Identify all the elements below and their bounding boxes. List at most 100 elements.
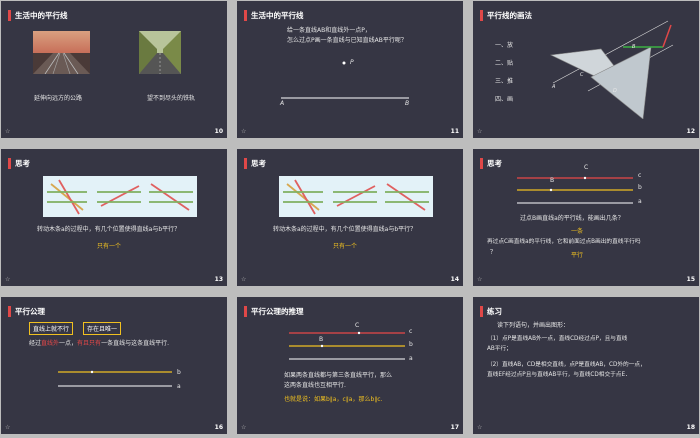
point-c-label: C bbox=[584, 164, 589, 171]
caption-left: 延伸向远方的公路 bbox=[34, 95, 83, 102]
star-icon[interactable]: ☆ bbox=[477, 276, 482, 283]
axiom-lines-diagram bbox=[58, 370, 172, 387]
slide-number: 14 bbox=[450, 276, 459, 283]
slide-title: 生活中的平行线 bbox=[15, 10, 68, 20]
slide-16[interactable]: 平行公理 直线上就不行 存在且唯一 经过直线外一点，有且只有一条直线与这条直线平… bbox=[1, 297, 227, 434]
header-accent-bar bbox=[244, 157, 247, 169]
slide-title: 练习 bbox=[487, 306, 502, 316]
header-accent-bar bbox=[8, 157, 11, 169]
step-push: 三、推 bbox=[495, 78, 514, 85]
rotating-stick-diagram bbox=[43, 176, 197, 217]
note-box-exist-unique: 存在且唯一 bbox=[83, 322, 122, 335]
set-square-diagram bbox=[549, 20, 674, 119]
point-a-label: A bbox=[552, 84, 556, 90]
slide-header: 思考 bbox=[480, 157, 502, 169]
line-a-label: a bbox=[638, 198, 642, 205]
question-2: 再过点C画直线a的平行线，它和前面过点B画出的直线平行吗 bbox=[487, 239, 641, 245]
header-accent-bar bbox=[8, 305, 11, 317]
corollary-line-1: 如果两条直线都与第三条直线平行，那么 bbox=[284, 372, 393, 379]
point-b-label: B bbox=[550, 177, 555, 184]
rotating-stick-diagram bbox=[279, 176, 433, 217]
header-accent-bar bbox=[8, 9, 11, 21]
slide-12[interactable]: 平行线的画法 一、放 二、贴 三、推 四、画 A B C D ☆ 12 bbox=[473, 1, 699, 138]
slide-number: 13 bbox=[214, 276, 223, 283]
slide-18[interactable]: 练习 读下列语句，并画出图形： （1）点P是直线AB外一点，直线CD经过点P，且… bbox=[473, 297, 699, 434]
corollary-symbolic: 也就是说：如果b∥a，c∥a，那么b∥c. bbox=[284, 396, 383, 403]
line-b-label: b bbox=[638, 184, 642, 191]
exercise-1-line-1: （1）点P是直线AB外一点，直线CD经过点P，且与直线 bbox=[487, 336, 628, 342]
star-icon[interactable]: ☆ bbox=[5, 276, 10, 283]
slide-title: 思考 bbox=[251, 158, 266, 168]
slide-title: 思考 bbox=[15, 158, 30, 168]
step-draw: 四、画 bbox=[495, 96, 514, 103]
exercise-2-line-1: （2）直线AB，CD是相交直线，点P是直线AB，CD外的一点， bbox=[487, 362, 646, 368]
slide-header: 平行公理 bbox=[8, 305, 45, 317]
header-accent-bar bbox=[244, 305, 247, 317]
question-2-end: ？ bbox=[490, 249, 497, 256]
slide-11[interactable]: 生活中的平行线 给一条直线AB和直线外一点P， 怎么过点P画一条直线与已知直线A… bbox=[237, 1, 463, 138]
exercise-1-line-2: AB平行； bbox=[487, 346, 512, 352]
star-icon[interactable]: ☆ bbox=[477, 128, 482, 135]
note-box-not-on-line: 直线上就不行 bbox=[29, 322, 74, 335]
exercise-2-line-2: 直线EF经过点P且与直线AB平行，与直线CD相交于点E． bbox=[487, 372, 631, 378]
prompt-line-2: 怎么过点P画一条直线与已知直线AB平行呢？ bbox=[287, 37, 407, 44]
axiom-highlight-1: 直线外 bbox=[41, 340, 60, 347]
point-b-label: B bbox=[319, 336, 324, 343]
axiom-pre: 经过 bbox=[29, 340, 42, 347]
slide-17[interactable]: 平行公理的推理 C B c b a 如果两条直线都与第三条直线平行，那么 这两条… bbox=[237, 297, 463, 434]
header-accent-bar bbox=[480, 305, 483, 317]
slide-14[interactable]: 思考 转动木条a的过程中，有几个位置使得直线a与b平行？ 只有一个 ☆ 14 bbox=[237, 149, 463, 286]
point-p-label: P bbox=[350, 59, 354, 66]
parallel-lines-diagram bbox=[289, 331, 405, 360]
parallel-lines-diagram bbox=[517, 176, 633, 204]
point-c-label: C bbox=[580, 72, 584, 78]
slide-10[interactable]: 生活中的平行线 延伸向远方的公路 望不到尽头的铁轨 ☆ 10 bbox=[1, 1, 227, 138]
slide-header: 思考 bbox=[8, 157, 30, 169]
slide-header: 生活中的平行线 bbox=[8, 9, 68, 21]
slide-header: 生活中的平行线 bbox=[244, 9, 304, 21]
line-c-label: c bbox=[409, 328, 413, 335]
prompt-line-1: 给一条直线AB和直线外一点P， bbox=[287, 27, 371, 34]
answer-1: 一条 bbox=[571, 228, 584, 235]
star-icon[interactable]: ☆ bbox=[241, 276, 246, 283]
slide-header: 思考 bbox=[244, 157, 266, 169]
star-icon[interactable]: ☆ bbox=[5, 424, 10, 431]
point-b-label: B bbox=[405, 100, 410, 107]
slide-number: 15 bbox=[686, 276, 695, 283]
answer-text: 只有一个 bbox=[97, 243, 122, 250]
point-d-label: D bbox=[613, 88, 617, 94]
point-b-label: B bbox=[632, 44, 636, 50]
slide-number: 12 bbox=[686, 128, 695, 135]
point-a-label: A bbox=[280, 100, 285, 107]
point-c-label: C bbox=[355, 322, 360, 329]
star-icon[interactable]: ☆ bbox=[5, 128, 10, 135]
star-icon[interactable]: ☆ bbox=[477, 424, 482, 431]
slide-header: 平行公理的推理 bbox=[244, 305, 304, 317]
slide-header: 平行线的画法 bbox=[480, 9, 532, 21]
slide-header: 练习 bbox=[480, 305, 502, 317]
line-a-label: a bbox=[177, 383, 181, 390]
question-1: 过点B画直线a的平行线，能画出几条？ bbox=[520, 215, 624, 222]
rotation-question: 转动木条a的过程中，有几个位置使得直线a与b平行？ bbox=[37, 226, 181, 233]
header-accent-bar bbox=[480, 9, 483, 21]
slide-number: 17 bbox=[450, 424, 459, 431]
slide-title: 思考 bbox=[487, 158, 502, 168]
slide-title: 平行线的画法 bbox=[487, 10, 532, 20]
axiom-post: 一条直线与这条直线平行. bbox=[101, 340, 169, 347]
slide-title: 生活中的平行线 bbox=[251, 10, 304, 20]
slide-13[interactable]: 思考 转动木条a的过程中，有几个位置使得直线a与b平行？ 只有一个 ☆ 13 bbox=[1, 149, 227, 286]
caption-right: 望不到尽头的铁轨 bbox=[147, 95, 196, 102]
header-accent-bar bbox=[480, 157, 483, 169]
line-c-label: c bbox=[638, 172, 642, 179]
exercise-intro: 读下列语句，并画出图形： bbox=[497, 322, 570, 329]
star-icon[interactable]: ☆ bbox=[241, 424, 246, 431]
slide-title: 平行公理的推理 bbox=[251, 306, 304, 316]
slide-number: 10 bbox=[214, 128, 223, 135]
star-icon[interactable]: ☆ bbox=[241, 128, 246, 135]
road-photo bbox=[33, 31, 90, 74]
line-b-label: b bbox=[409, 341, 413, 348]
line-b-label: b bbox=[177, 369, 181, 376]
axiom-statement: 经过直线外一点，有且只有一条直线与这条直线平行. bbox=[29, 339, 169, 348]
slide-number: 18 bbox=[686, 424, 695, 431]
slide-15[interactable]: 思考 C B c b a 过点B画直线a的平行线，能画出几条？ 一条 再过点C画… bbox=[473, 149, 699, 286]
